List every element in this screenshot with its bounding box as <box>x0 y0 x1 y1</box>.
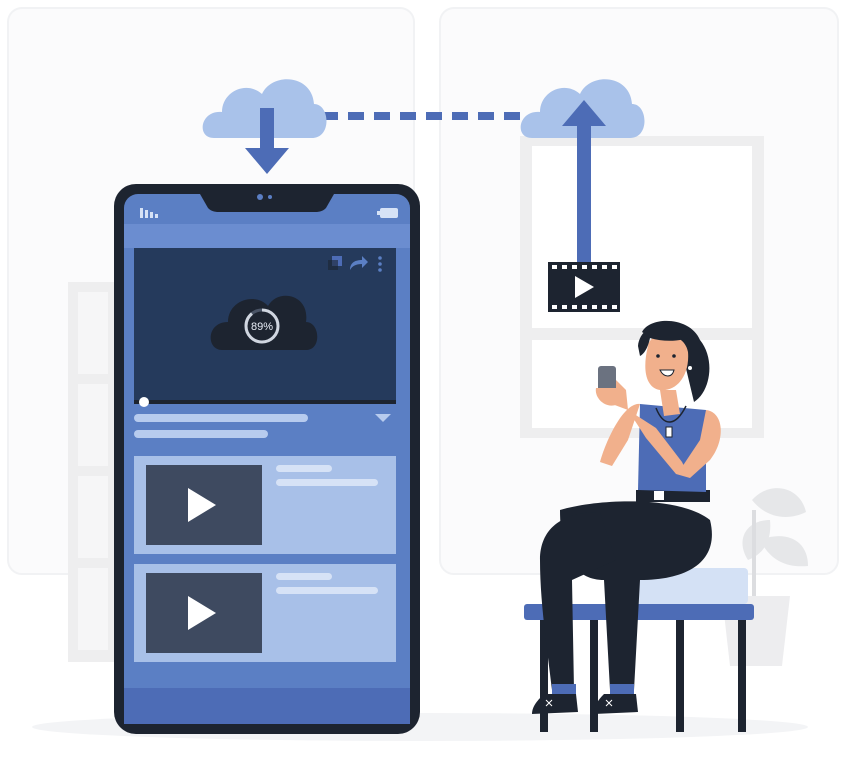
battery-icon <box>377 208 398 218</box>
upload-progress-label: 89% <box>251 321 273 333</box>
video-subtitle-line <box>134 430 268 438</box>
illustration-svg: 89% <box>7 7 839 741</box>
camera-dot <box>257 194 263 200</box>
list-item[interactable] <box>134 564 396 662</box>
list-item[interactable] <box>134 456 396 554</box>
video-progress-track <box>134 400 396 404</box>
video-scrubber[interactable] <box>139 397 149 407</box>
phone: 89% <box>114 184 420 734</box>
illustration-scene: 89% <box>0 0 841 760</box>
phone-notch <box>200 194 334 212</box>
more-vert-icon[interactable] <box>378 256 382 272</box>
bookshelf <box>68 282 116 662</box>
phone-bottom-bar <box>124 688 410 724</box>
film-icon <box>548 262 620 312</box>
video-title-line <box>134 414 308 422</box>
